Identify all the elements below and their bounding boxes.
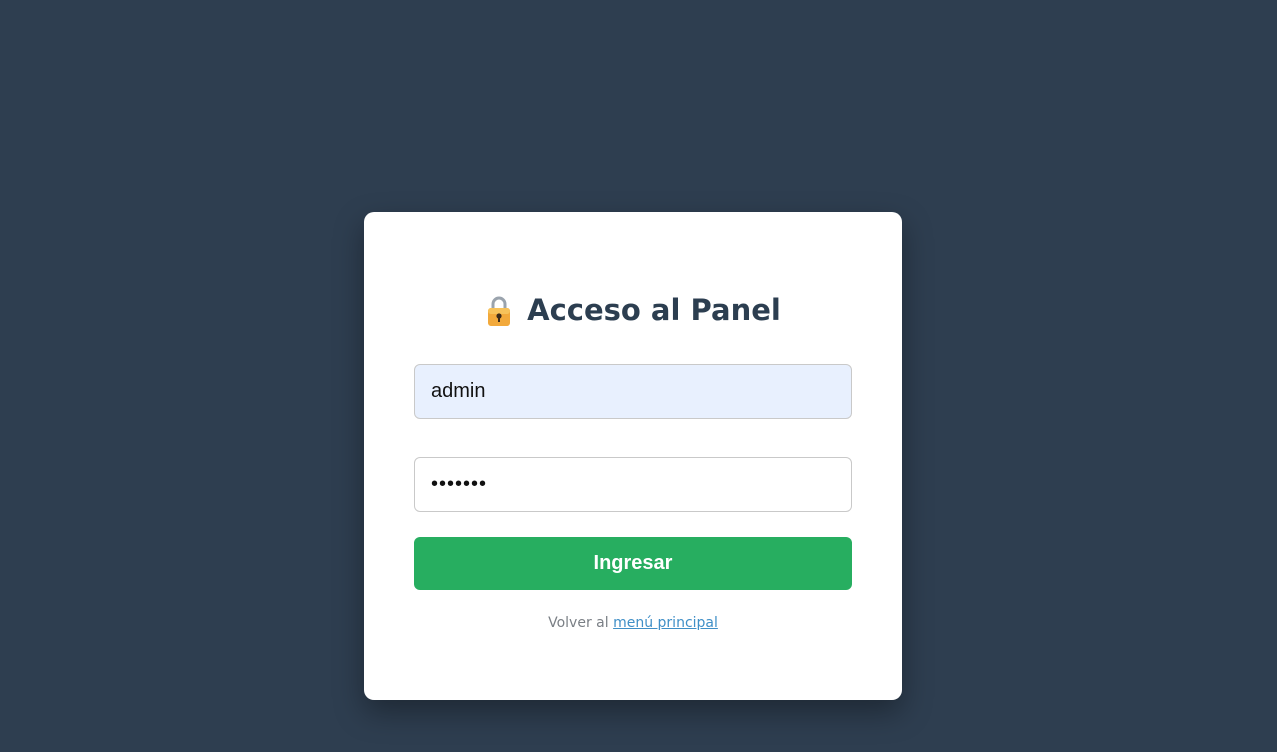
- back-to-menu: Volver al menú principal: [364, 615, 902, 631]
- username-input[interactable]: [414, 364, 852, 419]
- main-menu-link[interactable]: menú principal: [613, 615, 718, 631]
- lock-icon: [485, 295, 513, 327]
- login-button[interactable]: Ingresar: [414, 537, 852, 590]
- login-card: Acceso al Panel Ingresar Volver al menú …: [364, 212, 902, 700]
- page-title: Acceso al Panel: [364, 290, 902, 330]
- password-input[interactable]: [414, 457, 852, 512]
- title-text: Acceso al Panel: [527, 293, 781, 327]
- footer-text: Volver al: [548, 615, 609, 631]
